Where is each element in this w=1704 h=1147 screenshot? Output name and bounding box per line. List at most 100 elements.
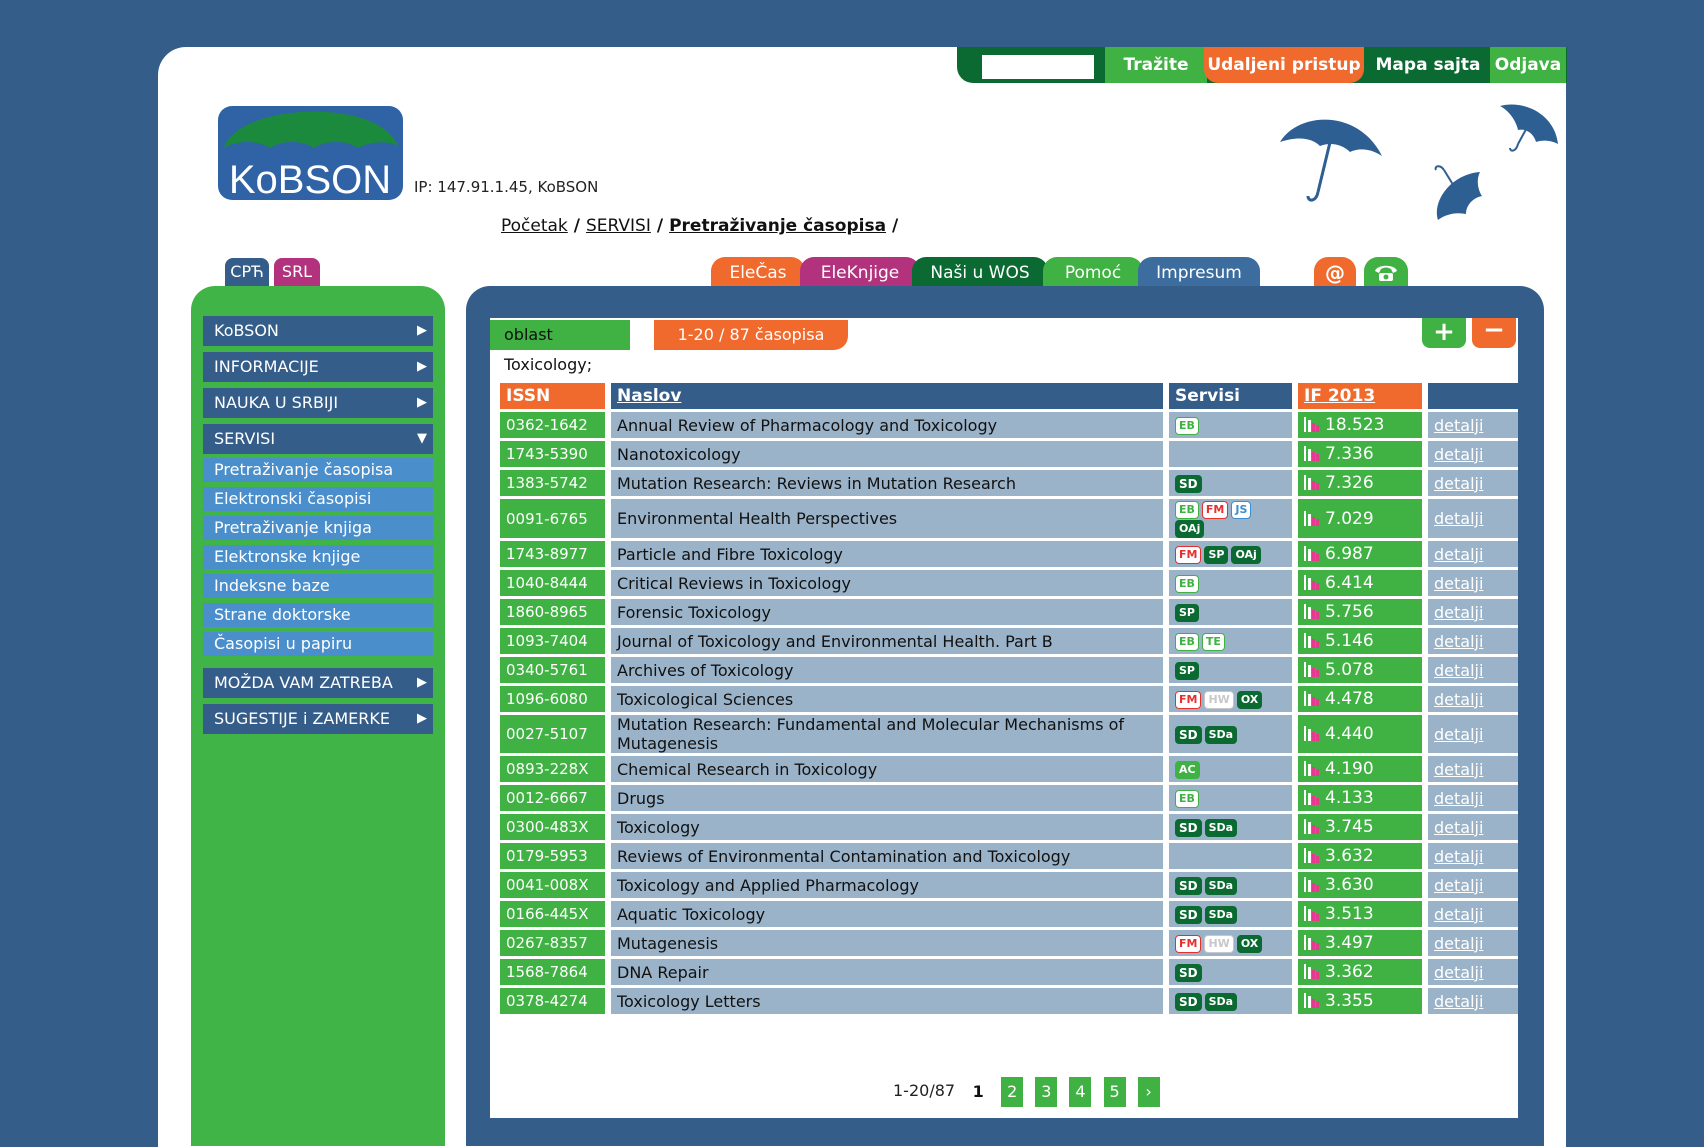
sidebar-subitem-pretrazivanje-knjiga[interactable]: Pretraživanje knjiga [203, 516, 433, 540]
lang-cyrillic-tab[interactable]: СРЋ [225, 258, 269, 286]
bar-chart-icon[interactable] [1304, 761, 1320, 776]
service-badge-sda[interactable]: SDa [1204, 818, 1238, 837]
sidebar-item-sugestije[interactable]: SUGESTIJE i ZAMERKE ▶ [203, 704, 433, 734]
service-badge-ox[interactable]: OX [1236, 934, 1263, 953]
service-badge-eb[interactable]: EB [1175, 574, 1199, 593]
service-badge-hw[interactable]: HW [1204, 690, 1234, 709]
service-badge-sp[interactable]: SP [1175, 661, 1199, 680]
bar-chart-icon[interactable] [1304, 417, 1320, 432]
service-badge-eb[interactable]: EB [1175, 416, 1199, 435]
sidebar-item-mozda-vam-zatreba[interactable]: MOŽDA VAM ZATREBA ▶ [203, 668, 433, 698]
bar-chart-icon[interactable] [1304, 446, 1320, 461]
journal-title[interactable]: DNA Repair [611, 959, 1163, 985]
journal-title[interactable]: Toxicology and Applied Pharmacology [611, 872, 1163, 898]
email-icon[interactable]: @ [1314, 257, 1356, 289]
page-link-4[interactable]: 4 [1069, 1076, 1092, 1107]
service-badge-sd[interactable]: SD [1175, 818, 1202, 837]
journal-title[interactable]: Mutation Research: Reviews in Mutation R… [611, 470, 1163, 496]
journal-title[interactable]: Drugs [611, 785, 1163, 811]
details-link[interactable]: detalji [1434, 760, 1483, 779]
details-link[interactable]: detalji [1434, 603, 1483, 622]
phone-icon[interactable] [1364, 257, 1408, 289]
logout-button[interactable]: Odjava [1490, 47, 1566, 83]
details-link[interactable]: detalji [1434, 690, 1483, 709]
expand-button[interactable]: + [1422, 318, 1466, 348]
sidebar-subitem-elektronske-knjige[interactable]: Elektronske knjige [203, 545, 433, 569]
details-link[interactable]: detalji [1434, 963, 1483, 982]
details-link[interactable]: detalji [1434, 661, 1483, 680]
sidebar-item-kobson[interactable]: KoBSON ▶ [203, 316, 433, 346]
details-link[interactable]: detalji [1434, 934, 1483, 953]
journal-title[interactable]: Mutation Research: Fundamental and Molec… [611, 715, 1163, 753]
journal-title[interactable]: Toxicology Letters [611, 988, 1163, 1014]
column-header-naslov[interactable]: Naslov [611, 383, 1163, 409]
bar-chart-icon[interactable] [1304, 633, 1320, 648]
breadcrumb-home[interactable]: Početak [501, 216, 568, 236]
details-link[interactable]: detalji [1434, 416, 1483, 435]
column-header-if[interactable]: IF 2013 [1298, 383, 1422, 409]
bar-chart-icon[interactable] [1304, 964, 1320, 979]
journal-title[interactable]: Aquatic Toxicology [611, 901, 1163, 927]
journal-title[interactable]: Chemical Research in Toxicology [611, 756, 1163, 782]
tab-eleknjige[interactable]: EleKnjige [800, 257, 920, 289]
sidebar-item-servisi[interactable]: SERVISI ▼ [203, 424, 433, 454]
bar-chart-icon[interactable] [1304, 604, 1320, 619]
page-link-2[interactable]: 2 [1001, 1076, 1024, 1107]
bar-chart-icon[interactable] [1304, 848, 1320, 863]
collapse-button[interactable]: − [1472, 317, 1516, 348]
tab-elecas[interactable]: EleČas [711, 257, 805, 289]
service-badge-sp[interactable]: SP [1204, 545, 1229, 564]
sidebar-subitem-casopisi-u-papiru[interactable]: Časopisi u papiru [203, 632, 433, 656]
details-link[interactable]: detalji [1434, 445, 1483, 464]
journal-title[interactable]: Toxicology [611, 814, 1163, 840]
journal-title[interactable]: Mutagenesis [611, 930, 1163, 956]
service-badge-hw[interactable]: HW [1204, 934, 1234, 953]
service-badge-sd[interactable]: SD [1175, 905, 1202, 924]
details-link[interactable]: detalji [1434, 992, 1483, 1011]
details-link[interactable]: detalji [1434, 876, 1483, 895]
sitemap-link[interactable]: Mapa sajta [1364, 47, 1492, 83]
bar-chart-icon[interactable] [1304, 906, 1320, 921]
journal-title[interactable]: Environmental Health Perspectives [611, 499, 1163, 538]
service-badge-ac[interactable]: AC [1175, 760, 1200, 779]
bar-chart-icon[interactable] [1304, 691, 1320, 706]
service-badge-sp[interactable]: SP [1175, 603, 1199, 622]
sidebar-subitem-elektronski-casopisi[interactable]: Elektronski časopisi [203, 487, 433, 511]
service-badge-sda[interactable]: SDa [1204, 992, 1238, 1011]
bar-chart-icon[interactable] [1304, 475, 1320, 490]
service-badge-oaj[interactable]: OAj [1231, 545, 1261, 564]
service-badge-te[interactable]: TE [1201, 632, 1225, 651]
sidebar-subitem-doktorske-disertacije[interactable]: Strane doktorske disertacije [203, 603, 433, 648]
bar-chart-icon[interactable] [1304, 575, 1320, 590]
bar-chart-icon[interactable] [1304, 819, 1320, 834]
service-badge-sd[interactable]: SD [1175, 992, 1202, 1011]
journal-title[interactable]: Forensic Toxicology [611, 599, 1163, 625]
journal-title[interactable]: Annual Review of Pharmacology and Toxico… [611, 412, 1163, 438]
bar-chart-icon[interactable] [1304, 662, 1320, 677]
breadcrumb-servisi[interactable]: SERVISI [586, 216, 651, 236]
journal-title[interactable]: Archives of Toxicology [611, 657, 1163, 683]
page-link-5[interactable]: 5 [1103, 1076, 1126, 1107]
service-badge-sd[interactable]: SD [1175, 725, 1202, 744]
journal-title[interactable]: Critical Reviews in Toxicology [611, 570, 1163, 596]
journal-title[interactable]: Journal of Toxicology and Environmental … [611, 628, 1163, 654]
service-badge-fm[interactable]: FM [1175, 545, 1202, 564]
next-page-button[interactable]: › [1137, 1076, 1160, 1107]
details-link[interactable]: detalji [1434, 818, 1483, 837]
bar-chart-icon[interactable] [1304, 935, 1320, 950]
service-badge-oaj[interactable]: OAj [1175, 520, 1205, 538]
page-link-3[interactable]: 3 [1035, 1076, 1058, 1107]
bar-chart-icon[interactable] [1304, 726, 1320, 741]
journal-title[interactable]: Particle and Fibre Toxicology [611, 541, 1163, 567]
service-badge-ox[interactable]: OX [1236, 690, 1263, 709]
bar-chart-icon[interactable] [1304, 510, 1320, 526]
bar-chart-icon[interactable] [1304, 877, 1320, 892]
lang-latin-tab[interactable]: SRL [274, 258, 320, 286]
service-badge-fm[interactable]: FM [1175, 934, 1202, 953]
bar-chart-icon[interactable] [1304, 546, 1320, 561]
service-badge-sd[interactable]: SD [1175, 963, 1202, 982]
details-link[interactable]: detalji [1434, 847, 1483, 866]
search-button[interactable]: Tražite [1105, 47, 1207, 83]
remote-access-button[interactable]: Udaljeni pristup [1204, 47, 1364, 83]
tab-nasi-u-wos[interactable]: Naši u WOS [912, 257, 1048, 289]
